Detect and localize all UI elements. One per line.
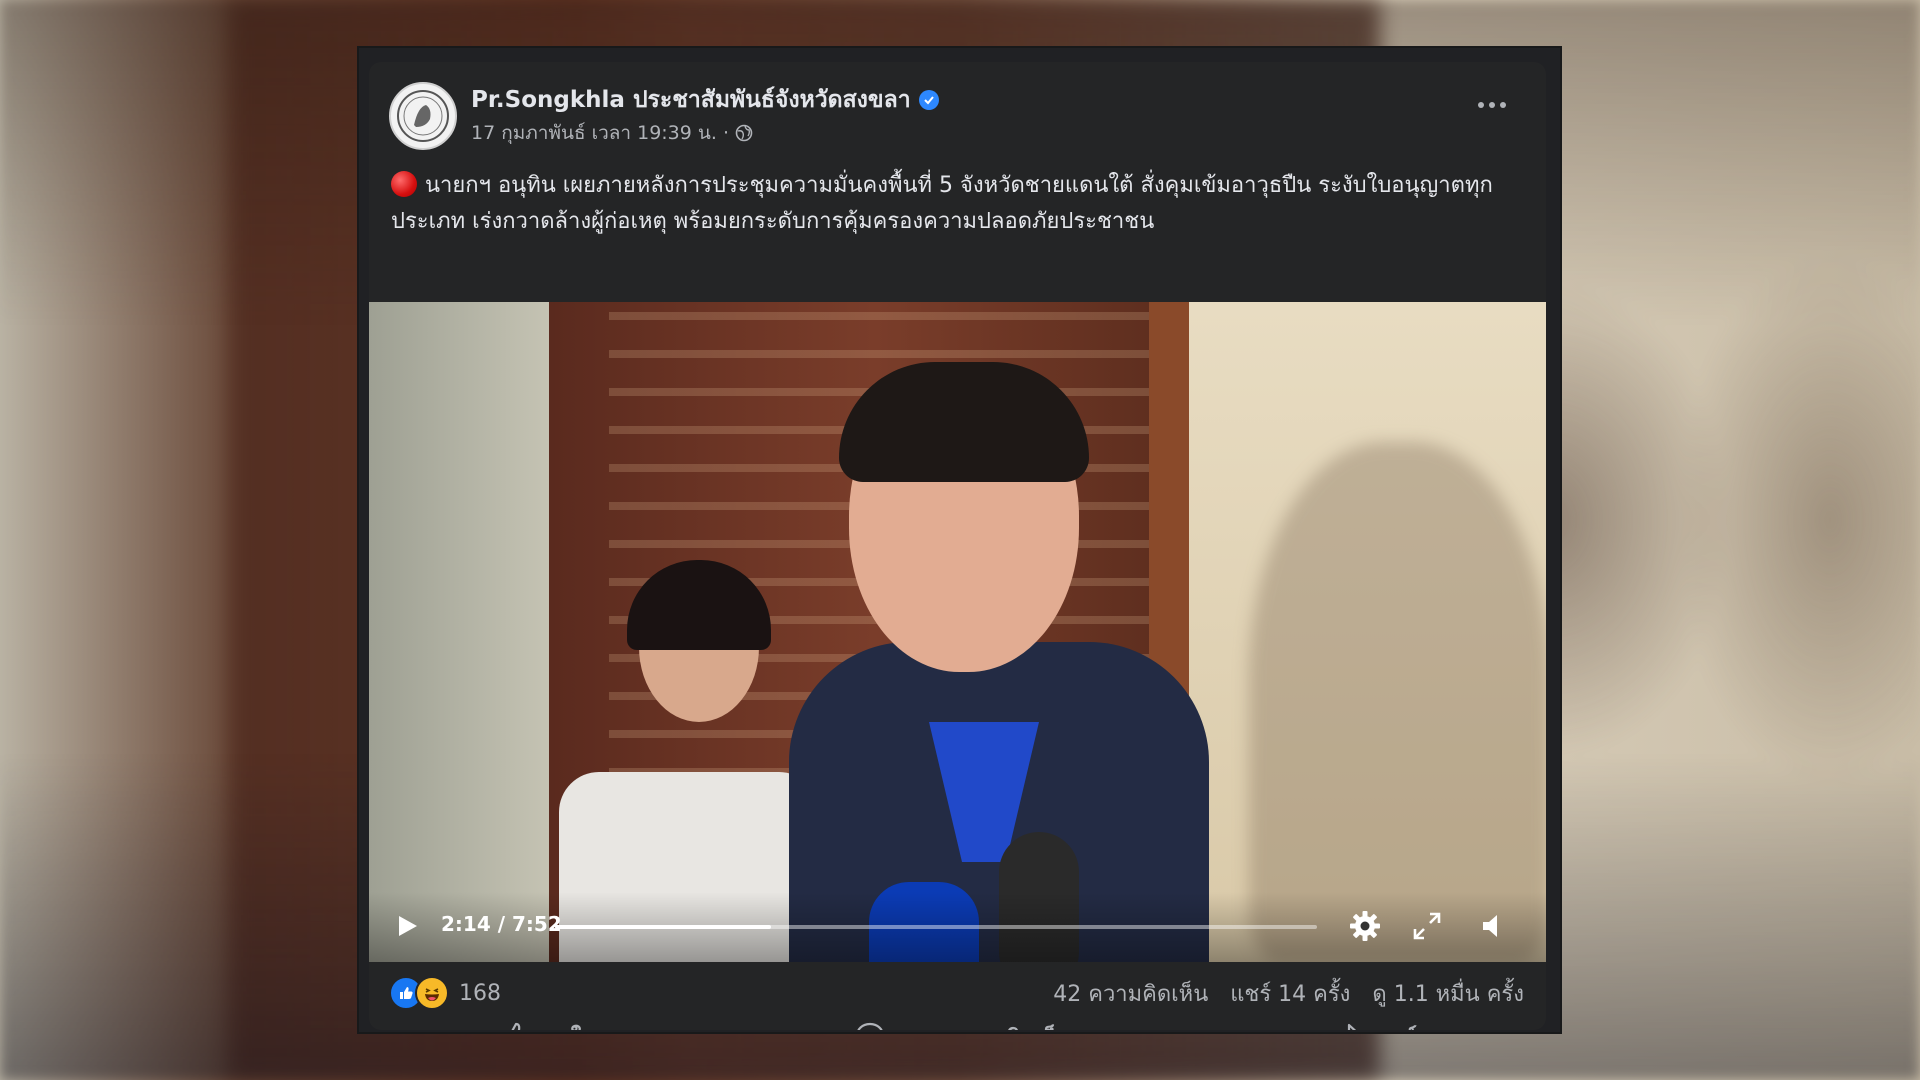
post-text: นายกฯ อนุทิน เผยภายหลังการประชุมความมั่น… [391, 173, 1493, 234]
red-circle-icon [391, 171, 417, 197]
video-player[interactable]: 2:14 / 7:52 [369, 302, 1546, 962]
post-text-block: นายกฯ อนุทิน เผยภายหลังการประชุมความมั่น… [391, 168, 1521, 240]
page-name[interactable]: Pr.Songkhla ประชาสัมพันธ์จังหวัดสงขลา [471, 82, 911, 118]
play-icon[interactable] [393, 912, 421, 940]
like-button-label: ถูกใจ [544, 1020, 594, 1031]
views-count: ดู 1.1 หมื่น ครั้ง [1372, 982, 1524, 1007]
reaction-count: 168 [459, 980, 501, 1006]
facebook-post: Pr.Songkhla ประชาสัมพันธ์จังหวัดสงขลา 17… [369, 62, 1546, 1030]
post-header: Pr.Songkhla ประชาสัมพันธ์จังหวัดสงขลา 17… [369, 62, 1546, 162]
video-scene [369, 302, 554, 962]
meta-separator: · [722, 122, 729, 144]
verified-icon [918, 90, 939, 110]
shares-count[interactable]: แชร์ 14 ครั้ง [1230, 976, 1350, 1011]
comment-button-label: แสดงความคิดเห็น [899, 1020, 1072, 1031]
video-time: 2:14 / 7:52 [441, 912, 562, 936]
post-meta: 17 กุมภาพันธ์ เวลา 19:39 น. · [471, 118, 753, 148]
globe-icon [735, 124, 753, 142]
engagement-stats: 42 ความคิดเห็น แชร์ 14 ครั้ง ดู 1.1 หมื่… [1053, 976, 1524, 1011]
video-progress-fill [555, 925, 772, 929]
like-button[interactable]: ถูกใจ [478, 1014, 614, 1031]
share-button[interactable]: แชร์ [1310, 1014, 1437, 1031]
share-icon [1347, 1023, 1356, 1030]
fullscreen-icon[interactable] [1409, 908, 1445, 944]
comment-icon [857, 1022, 883, 1030]
seal-logo-icon [397, 90, 449, 142]
page-name-row: Pr.Songkhla ประชาสัมพันธ์จังหวัดสงขลา [471, 82, 939, 118]
page-avatar[interactable] [389, 82, 457, 150]
post-timestamp[interactable]: 17 กุมภาพันธ์ เวลา 19:39 น. [471, 118, 717, 148]
comment-button[interactable]: แสดงความคิดเห็น [833, 1014, 1092, 1031]
settings-icon[interactable] [1347, 908, 1383, 944]
comments-count[interactable]: 42 ความคิดเห็น [1053, 976, 1208, 1011]
more-options-icon[interactable] [1478, 102, 1506, 108]
volume-icon[interactable] [1475, 908, 1511, 944]
thumbs-up-icon [511, 1022, 521, 1030]
share-button-label: แชร์ [1376, 1020, 1417, 1031]
reactions-summary[interactable]: 168 [389, 976, 501, 1010]
haha-reaction-icon [415, 976, 449, 1010]
video-scene-shadow [1249, 442, 1546, 962]
video-progress-bar[interactable] [555, 925, 1317, 929]
video-controls: 2:14 / 7:52 [369, 892, 1546, 962]
post-card-frame: Pr.Songkhla ประชาสัมพันธ์จังหวัดสงขลา 17… [359, 48, 1560, 1032]
post-actions: ถูกใจ แสดงความคิดเห็น แชร์ [369, 1007, 1546, 1030]
